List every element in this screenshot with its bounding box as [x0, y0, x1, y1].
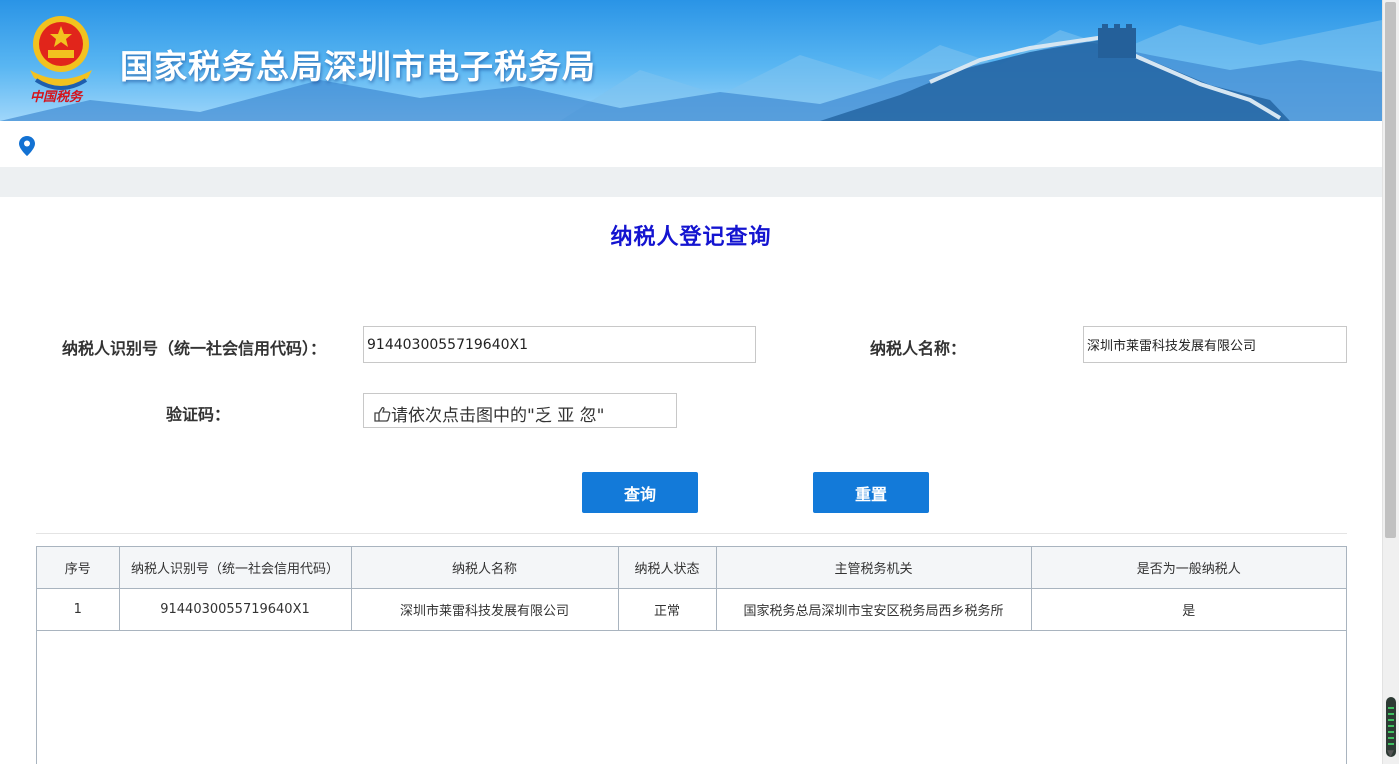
table-header-row: 序号 纳税人识别号（统一社会信用代码） 纳税人名称 纳税人状态 主管税务机关 是…: [37, 547, 1346, 589]
results-grid: 序号 纳税人识别号（统一社会信用代码） 纳税人名称 纳税人状态 主管税务机关 是…: [37, 547, 1346, 631]
floating-widget-icon[interactable]: [1386, 697, 1396, 757]
cell-taxpayer-name: 深圳市莱雷科技发展有限公司: [350, 588, 619, 631]
header-banner: 中国税务 国家税务总局深圳市电子税务局: [0, 0, 1382, 121]
taxpayer-id-label: 纳税人识别号（统一社会信用代码）：: [62, 339, 327, 358]
section-divider: [36, 533, 1347, 534]
query-button[interactable]: 查询: [582, 472, 698, 513]
results-table: 序号 纳税人识别号（统一社会信用代码） 纳税人名称 纳税人状态 主管税务机关 是…: [36, 546, 1347, 764]
col-header-tax-authority: 主管税务机关: [715, 547, 1032, 589]
col-header-taxpayer-id: 纳税人识别号（统一社会信用代码）: [118, 547, 352, 589]
cell-index: 1: [37, 588, 120, 631]
col-header-taxpayer-name: 纳税人名称: [350, 547, 619, 589]
page-title: 纳税人登记查询: [610, 225, 772, 250]
divider-band: [0, 167, 1382, 197]
col-header-status: 纳税人状态: [617, 547, 717, 589]
scroll-down-arrow-icon[interactable]: ▼: [1387, 749, 1394, 759]
site-title: 国家税务总局深圳市电子税务局: [120, 47, 596, 86]
location-bar: [0, 121, 1382, 167]
cell-taxpayer-id: 9144030055719640X1: [118, 588, 352, 631]
table-row[interactable]: 1 9144030055719640X1 深圳市莱雷科技发展有限公司 正常 国家…: [37, 588, 1346, 631]
cell-general-taxpayer: 是: [1030, 588, 1346, 631]
reset-button[interactable]: 重置: [813, 472, 929, 513]
col-header-general-taxpayer: 是否为一般纳税人: [1030, 547, 1346, 589]
captcha-label: 验证码：: [166, 405, 231, 424]
taxpayer-name-label: 纳税人名称：: [870, 339, 967, 358]
captcha-prompt: 请依次点击图中的"乏 亚 忽": [391, 406, 605, 426]
scrollbar-thumb[interactable]: [1385, 2, 1396, 538]
cell-tax-authority: 国家税务总局深圳市宝安区税务局西乡税务所: [715, 588, 1032, 631]
location-pin-icon[interactable]: [19, 136, 35, 156]
col-header-index: 序号: [37, 547, 120, 589]
taxpayer-id-input[interactable]: [363, 326, 756, 363]
emblem-text: 中国税务: [30, 90, 83, 105]
captcha-trigger[interactable]: 请依次点击图中的"乏 亚 忽": [363, 393, 677, 428]
pointing-hand-icon: [374, 406, 391, 422]
taxpayer-name-input[interactable]: [1083, 326, 1347, 363]
cell-status: 正常: [617, 588, 717, 631]
